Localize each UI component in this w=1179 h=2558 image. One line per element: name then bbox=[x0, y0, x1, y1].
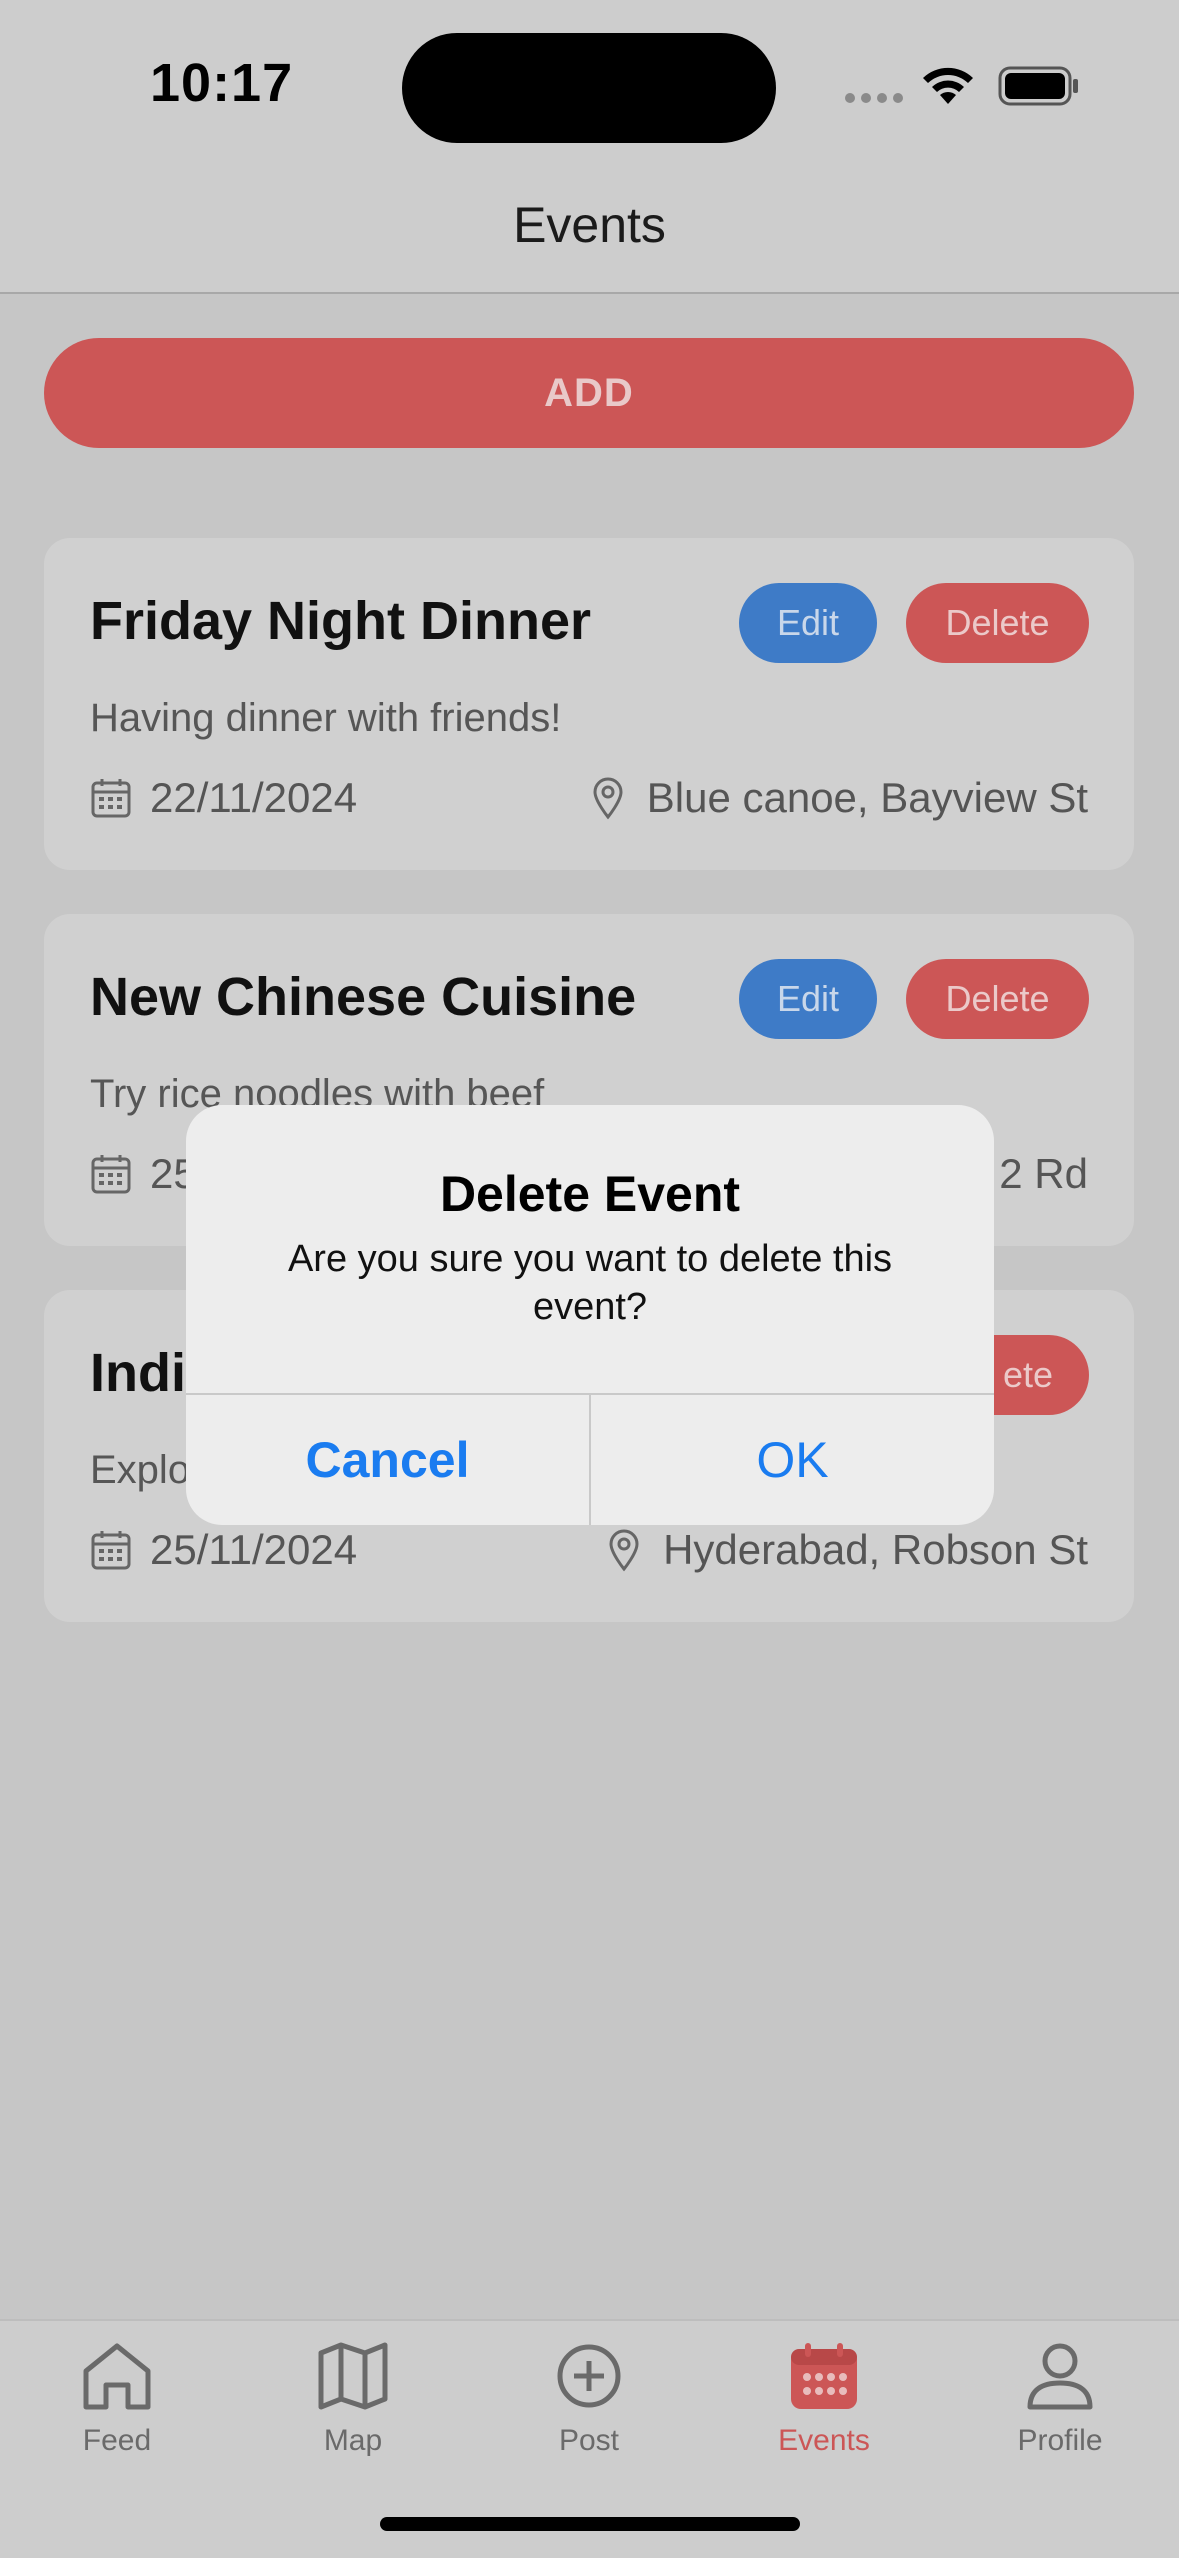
tab-label: Profile bbox=[1017, 2424, 1103, 2457]
event-title: Friday Night Dinner bbox=[90, 591, 592, 651]
delete-confirmation-dialog: Delete Event Are you sure you want to de… bbox=[186, 1105, 994, 1525]
event-location: Blue canoe, Bayview St bbox=[591, 774, 1088, 822]
event-date: 25/11/2024 bbox=[90, 1526, 357, 1574]
cancel-button[interactable]: Cancel bbox=[186, 1395, 589, 1525]
ok-button[interactable]: OK bbox=[591, 1395, 994, 1525]
home-icon bbox=[83, 2343, 151, 2410]
delete-button[interactable]: Delete bbox=[906, 583, 1089, 663]
tab-events[interactable]: Events bbox=[724, 2341, 924, 2458]
battery-icon bbox=[998, 66, 1078, 106]
tab-map[interactable]: Map bbox=[253, 2341, 453, 2458]
tab-post[interactable]: Post bbox=[489, 2341, 689, 2458]
event-date-text: 25/11/2024 bbox=[150, 1526, 358, 1573]
edit-button[interactable]: Edit bbox=[739, 583, 877, 663]
event-location: 2 Rd bbox=[999, 1150, 1088, 1198]
event-location-text: 2 Rd bbox=[999, 1150, 1088, 1197]
dialog-title: Delete Event bbox=[439, 1166, 741, 1222]
calendar-icon bbox=[91, 779, 131, 818]
calendar-icon bbox=[91, 1531, 131, 1570]
event-title: New Chinese Cuisine bbox=[90, 967, 637, 1027]
event-date: 22/11/2024 bbox=[90, 774, 357, 822]
event-date-text: 22/11/2024 bbox=[150, 774, 358, 821]
location-pin-icon bbox=[609, 1529, 639, 1572]
plus-circle-icon bbox=[557, 2344, 621, 2408]
tab-label: Post bbox=[558, 2424, 620, 2457]
status-time: 10:17 bbox=[150, 53, 294, 113]
delete-button-label: ete bbox=[1002, 1354, 1053, 1395]
tab-label: Map bbox=[323, 2424, 383, 2457]
event-location-text: Blue canoe, Bayview St bbox=[646, 774, 1088, 821]
header-divider bbox=[0, 292, 1179, 294]
event-location: Hyderabad, Robson St bbox=[607, 1526, 1088, 1574]
event-title: Indi bbox=[90, 1343, 186, 1403]
tab-profile[interactable]: Profile bbox=[960, 2341, 1160, 2458]
dialog-message: Are you sure you want to delete this eve… bbox=[287, 1238, 893, 1328]
status-bar: 10:17 bbox=[0, 0, 1179, 180]
calendar-icon bbox=[791, 2343, 857, 2409]
tab-label: Feed bbox=[82, 2424, 152, 2457]
map-icon bbox=[318, 2342, 388, 2410]
event-location-text: Hyderabad, Robson St bbox=[663, 1526, 1088, 1573]
add-event-button[interactable]: ADD bbox=[44, 338, 1134, 448]
event-card: Friday Night Dinner Edit Delete Having d… bbox=[44, 538, 1134, 870]
calendar-icon bbox=[91, 1155, 131, 1194]
location-pin-icon bbox=[593, 777, 623, 820]
event-description: Having dinner with friends! bbox=[90, 696, 562, 740]
wifi-icon bbox=[923, 67, 973, 104]
edit-button[interactable]: Edit bbox=[739, 959, 877, 1039]
tab-feed[interactable]: Feed bbox=[17, 2341, 217, 2458]
tab-label: Events bbox=[778, 2424, 870, 2457]
delete-button[interactable]: Delete bbox=[906, 959, 1089, 1039]
dynamic-island bbox=[402, 33, 776, 143]
home-indicator bbox=[380, 2517, 800, 2531]
cellular-signal-icon bbox=[845, 93, 903, 103]
person-icon bbox=[1027, 2343, 1093, 2410]
event-date: 25 bbox=[90, 1150, 197, 1198]
page-title: Events bbox=[513, 197, 666, 253]
event-description: Explo bbox=[90, 1448, 191, 1492]
